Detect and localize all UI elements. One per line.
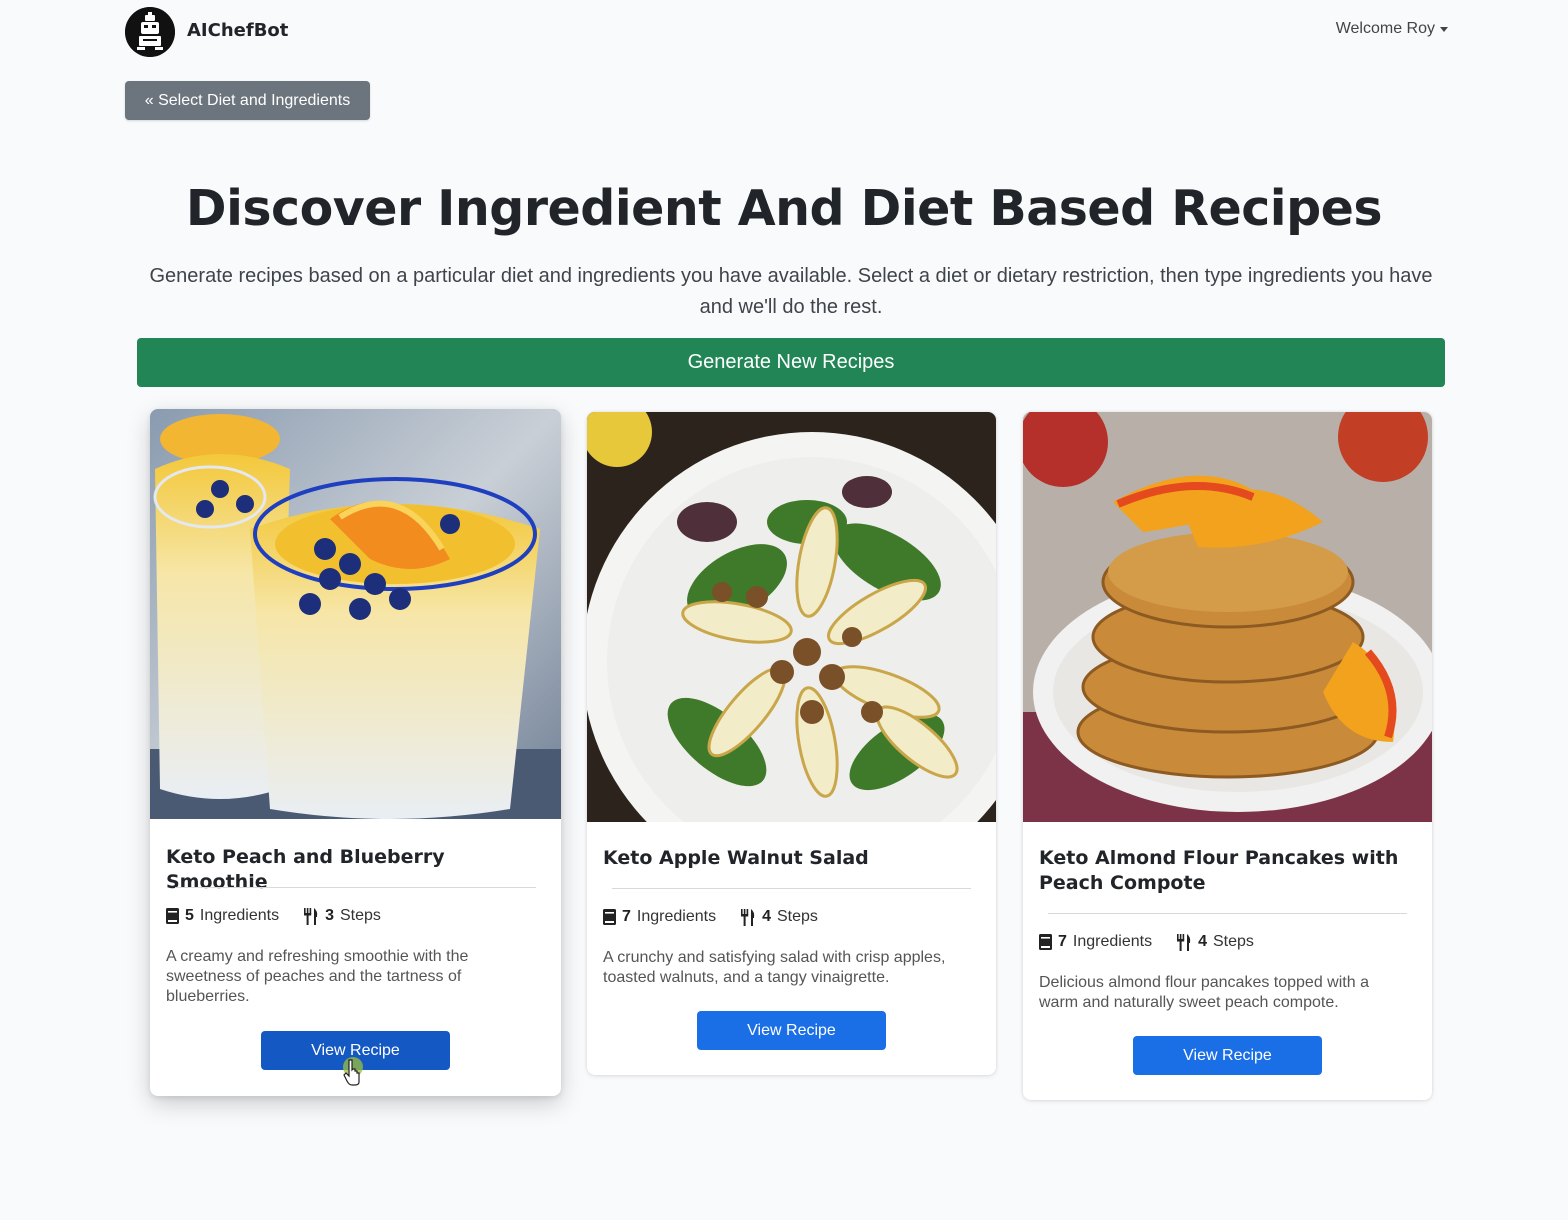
ingredients-label: Ingredients [636, 908, 717, 925]
view-recipe-button[interactable]: View Recipe [261, 1031, 450, 1070]
recipe-title: Keto Almond Flour Pancakes with Peach Co… [1039, 847, 1399, 894]
recipe-image [1023, 412, 1432, 822]
caret-down-icon [1440, 27, 1448, 32]
utensils-icon [304, 907, 318, 925]
steps-count: 4 [1198, 933, 1207, 950]
generate-new-recipes-button[interactable]: Generate New Recipes [137, 338, 1445, 387]
ingredients-label: Ingredients [1072, 933, 1153, 950]
recipe-description: A creamy and refreshing smoothie with th… [166, 948, 469, 1005]
recipe-meta: 5 Ingredients 3 Steps [166, 907, 545, 925]
steps-label: Steps [339, 907, 381, 924]
steps-label: Steps [1212, 933, 1254, 950]
recipe-description: Delicious almond flour pancakes topped w… [1039, 974, 1369, 1011]
view-recipe-button[interactable]: View Recipe [1133, 1036, 1322, 1075]
recipe-card: Keto Peach and Blueberry Smoothie 5 Ingr… [150, 409, 561, 1096]
recipe-title: Keto Apple Walnut Salad [603, 847, 869, 869]
chef-robot-icon[interactable] [125, 7, 175, 57]
utensils-icon [741, 908, 755, 926]
ingredients-count: 7 [1058, 933, 1067, 950]
recipe-meta: 7 Ingredients 4 Steps [1039, 933, 1416, 951]
page-title: Discover Ingredient And Diet Based Recip… [185, 180, 1383, 237]
steps-count: 4 [762, 908, 771, 925]
divider [1048, 913, 1407, 914]
ingredients-count: 5 [185, 907, 194, 924]
page-subtitle: Generate recipes based on a particular d… [149, 265, 1433, 318]
recipe-description: A crunchy and satisfying salad with cris… [603, 949, 946, 986]
book-icon [166, 908, 179, 924]
book-icon [1039, 934, 1052, 950]
recipe-image [150, 409, 561, 819]
recipe-image [587, 412, 996, 822]
recipe-card: Keto Apple Walnut Salad 7 Ingredients 4 … [587, 412, 996, 1075]
brand-name[interactable]: AIChefBot [187, 20, 288, 41]
ingredients-count: 7 [622, 908, 631, 925]
select-diet-back-button[interactable]: « Select Diet and Ingredients [125, 81, 370, 120]
steps-count: 3 [325, 907, 334, 924]
recipe-card: Keto Almond Flour Pancakes with Peach Co… [1023, 412, 1432, 1100]
navbar: AIChefBot Welcome Roy [0, 0, 1568, 64]
recipe-meta: 7 Ingredients 4 Steps [603, 908, 980, 926]
utensils-icon [1177, 933, 1191, 951]
divider [175, 887, 536, 888]
view-recipe-button[interactable]: View Recipe [697, 1011, 886, 1050]
user-menu-dropdown[interactable]: Welcome Roy [1336, 20, 1448, 38]
welcome-label: Welcome Roy [1335, 20, 1435, 37]
ingredients-label: Ingredients [199, 907, 280, 924]
divider [612, 888, 971, 889]
book-icon [603, 909, 616, 925]
steps-label: Steps [776, 908, 818, 925]
